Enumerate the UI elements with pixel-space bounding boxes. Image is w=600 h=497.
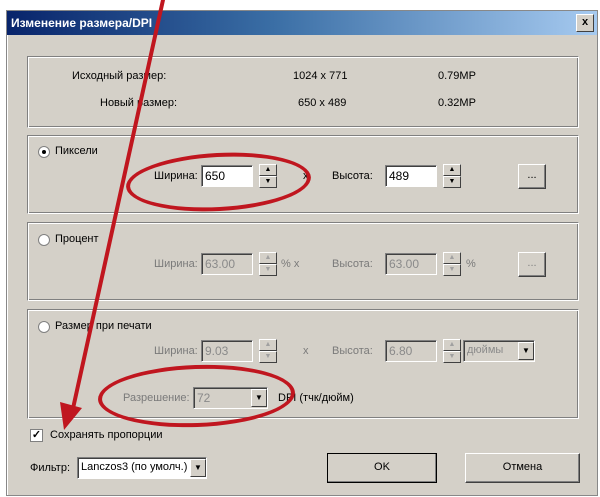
annotation-arrow-icon (60, 0, 165, 430)
